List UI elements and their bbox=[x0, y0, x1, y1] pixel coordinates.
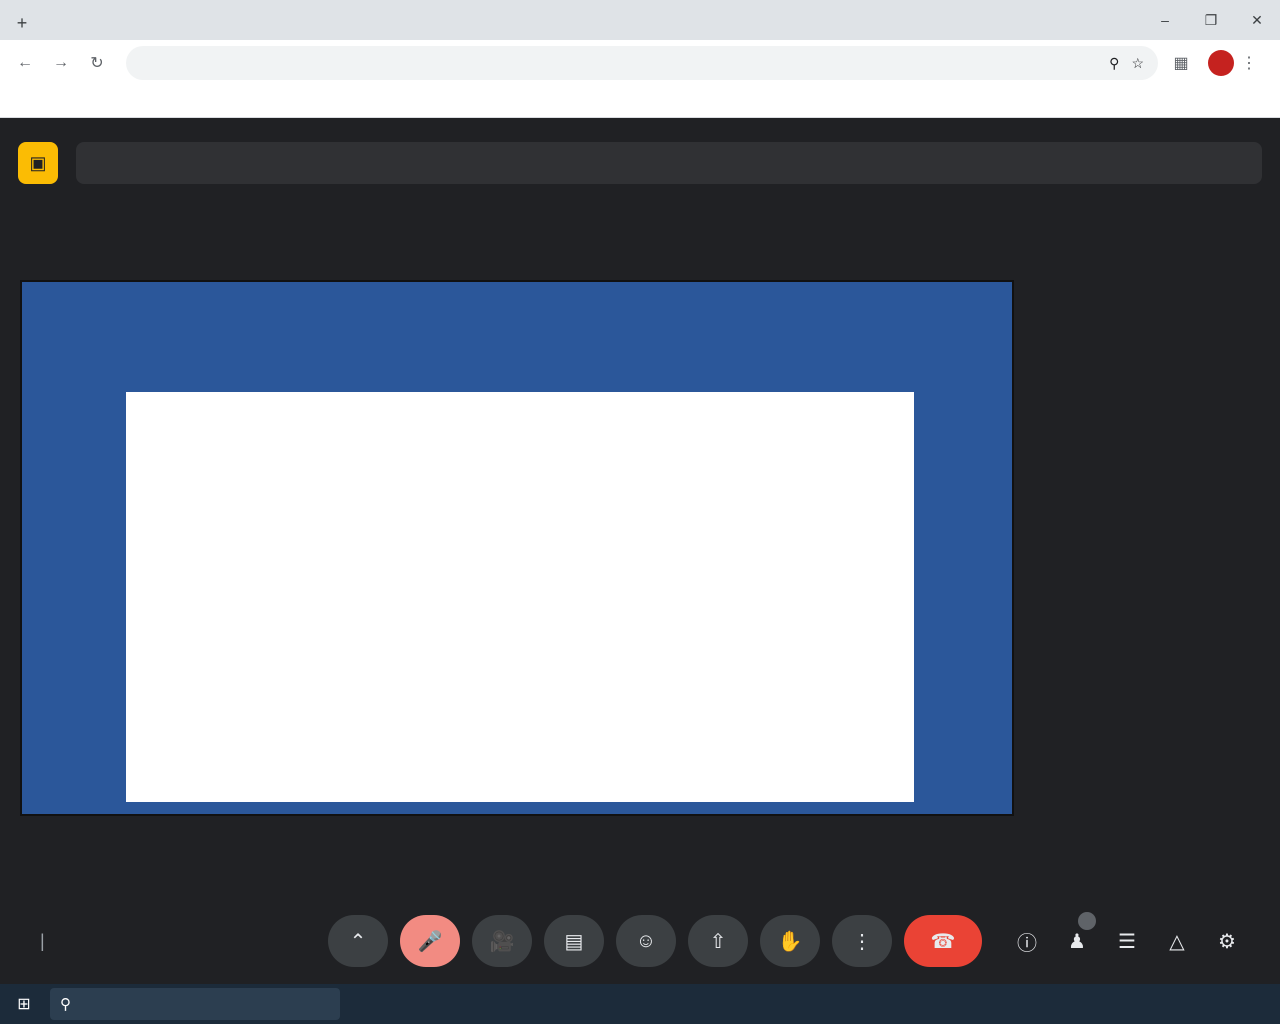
audio-options-icon[interactable]: ⌃ bbox=[328, 915, 388, 967]
windows-taskbar: ⊞ ⚲ bbox=[0, 984, 1280, 1024]
address-bar[interactable]: ⚲ ☆ bbox=[126, 46, 1158, 80]
windows-start-icon[interactable]: ⊞ bbox=[8, 994, 40, 1014]
presentation-icon[interactable]: ▣ bbox=[18, 142, 58, 184]
people-icon[interactable]: ♟ bbox=[1052, 912, 1102, 966]
restore-icon[interactable]: ❐ bbox=[1188, 12, 1234, 29]
more-options-icon[interactable]: ⋮ bbox=[832, 915, 892, 967]
present-screen-icon[interactable]: ⇧ bbox=[688, 915, 748, 967]
bookmark-star-icon[interactable]: ☆ bbox=[1131, 55, 1144, 72]
call-controls-center: ⌃ 🎤 🎥 ▤ ☺ ⇧ ✋ ⋮ ☎ bbox=[328, 915, 994, 967]
captions-icon[interactable]: ▤ bbox=[544, 915, 604, 967]
presenter-chip bbox=[76, 142, 1262, 184]
minimize-icon[interactable]: – bbox=[1142, 12, 1188, 28]
people-count-badge bbox=[1078, 912, 1096, 930]
chat-icon[interactable]: ☰ bbox=[1102, 916, 1152, 966]
meeting-info: | bbox=[28, 931, 328, 952]
call-controls-right: ⓘ ♟ ☰ △ ⚙ bbox=[1002, 912, 1252, 966]
search-icon: ⚲ bbox=[60, 996, 71, 1013]
extensions-icon[interactable]: ▦ bbox=[1166, 48, 1196, 78]
back-icon[interactable]: ← bbox=[10, 48, 40, 78]
camera-icon[interactable]: 🎥 bbox=[472, 915, 532, 967]
browser-toolbar: ← → ↻ ⚲ ☆ ▦ ⋮ bbox=[0, 40, 1280, 86]
document-page bbox=[126, 392, 914, 802]
new-tab-button[interactable]: + bbox=[8, 6, 36, 40]
zoom-icon[interactable]: ⚲ bbox=[1109, 55, 1119, 72]
activities-icon[interactable]: △ bbox=[1152, 916, 1202, 966]
reactions-icon[interactable]: ☺ bbox=[616, 915, 676, 967]
browser-menu-icon[interactable]: ⋮ bbox=[1234, 48, 1264, 78]
browser-tab-strip: + – ❐ ✕ bbox=[0, 0, 1280, 40]
raise-hand-icon[interactable]: ✋ bbox=[760, 915, 820, 967]
shared-screen bbox=[20, 280, 1014, 816]
leave-call-icon[interactable]: ☎ bbox=[904, 915, 982, 967]
reload-icon[interactable]: ↻ bbox=[82, 48, 112, 78]
profile-avatar[interactable] bbox=[1208, 50, 1234, 76]
taskbar-search[interactable]: ⚲ bbox=[50, 988, 340, 1020]
meeting-info-divider: | bbox=[40, 930, 45, 951]
presenter-bar: ▣ bbox=[18, 142, 1262, 184]
participant-sidebar bbox=[1034, 202, 1264, 902]
call-controls: | ⌃ 🎤 🎥 ▤ ☺ ⇧ ✋ ⋮ ☎ ⓘ ♟ ☰ △ ⚙ bbox=[0, 910, 1280, 972]
meeting-details-icon[interactable]: ⓘ bbox=[1002, 916, 1052, 966]
close-window-icon[interactable]: ✕ bbox=[1234, 12, 1280, 29]
bookmarks-bar bbox=[0, 86, 1280, 118]
microphone-off-icon[interactable]: 🎤 bbox=[400, 915, 460, 967]
host-controls-icon[interactable]: ⚙ bbox=[1202, 916, 1252, 966]
forward-icon[interactable]: → bbox=[46, 48, 76, 78]
meeting-view: ▣ bbox=[0, 118, 1280, 980]
window-controls: – ❐ ✕ bbox=[1142, 0, 1280, 40]
